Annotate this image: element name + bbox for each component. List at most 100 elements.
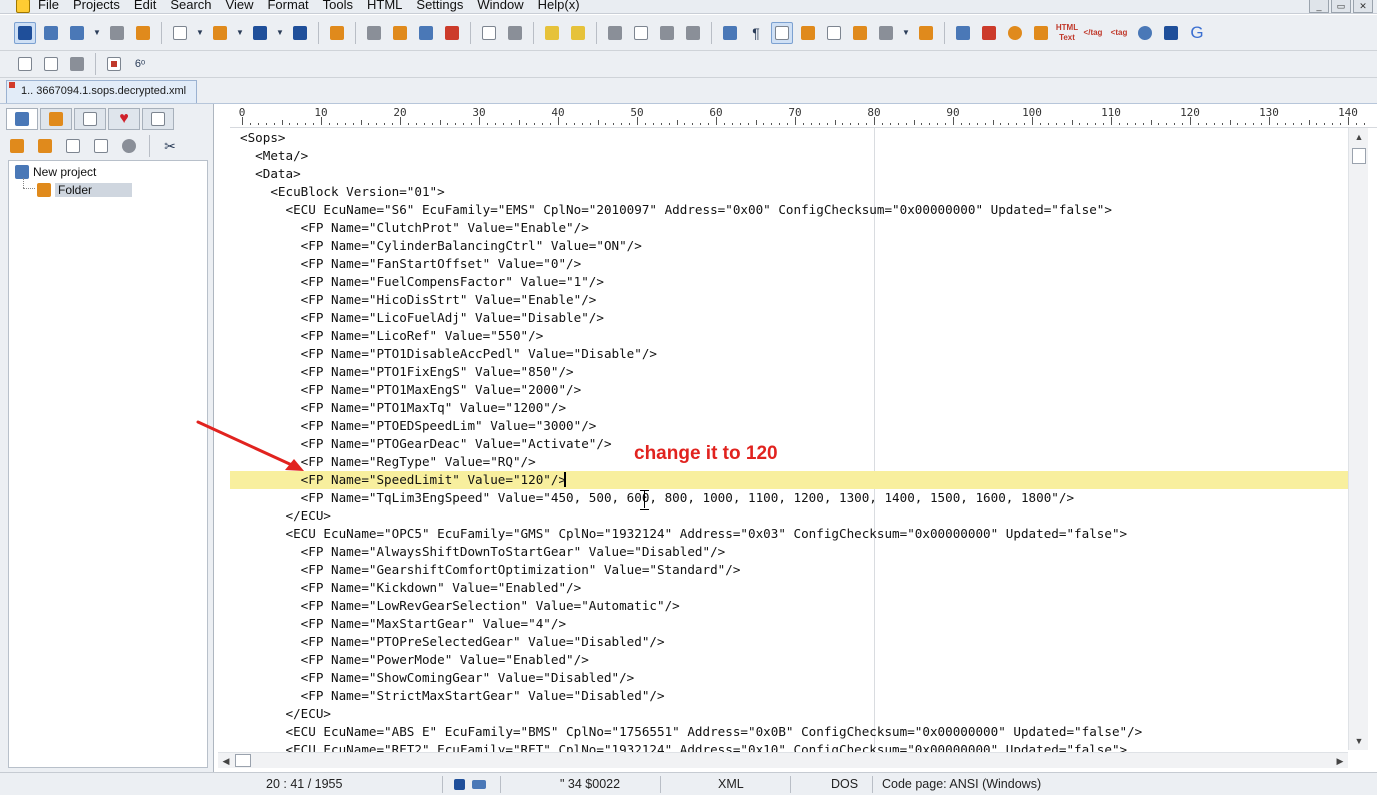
code-line[interactable]: <FP Name="PTO1DisableAccPedl" Value="Dis…: [230, 345, 1350, 363]
new-project-icon[interactable]: [14, 21, 36, 44]
favorites-tab-icon[interactable]: ♥: [108, 108, 140, 130]
code-line[interactable]: <Data>: [230, 165, 1350, 183]
tree-item-project[interactable]: New project: [15, 163, 96, 180]
window-tab-icon[interactable]: [142, 108, 174, 130]
print-preview-icon[interactable]: [478, 22, 500, 44]
bookmark-icon[interactable]: [441, 22, 463, 44]
code-line[interactable]: <FP Name="FuelCompensFactor" Value="1"/>: [230, 273, 1350, 291]
code-line[interactable]: <Meta/>: [230, 147, 1350, 165]
ftp-tab-icon[interactable]: [74, 108, 106, 130]
code-line[interactable]: <Sops>: [230, 129, 1350, 147]
project-save-icon[interactable]: [40, 22, 62, 44]
scroll-right-icon[interactable]: ▶: [1333, 754, 1347, 768]
code-editor[interactable]: 0 10 20 30 40 50 60 70 80 90 100 110 120 130 140 <Sops…: [230, 104, 1377, 772]
project-close-icon[interactable]: [132, 22, 154, 44]
tag-close-icon[interactable]: </tag: [1082, 22, 1104, 44]
scroll-left-icon[interactable]: ◀: [219, 754, 233, 768]
code-line[interactable]: <FP Name="LicoFuelAdj" Value="Disable"/>: [230, 309, 1350, 327]
folder-tab-icon[interactable]: [40, 108, 72, 130]
code-line[interactable]: <FP Name="PowerMode" Value="Enabled"/>: [230, 651, 1350, 669]
word-wrap-icon[interactable]: [719, 22, 741, 44]
code-line[interactable]: <FP Name="FanStartOffset" Value="0"/>: [230, 255, 1350, 273]
html-validate-icon[interactable]: [952, 22, 974, 44]
restore-button[interactable]: ▭: [1331, 0, 1351, 13]
code-line[interactable]: <FP Name="RegType" Value="RQ"/>: [230, 453, 1350, 471]
copy-icon[interactable]: [630, 22, 652, 44]
dropdown-arrow-icon[interactable]: ▼: [92, 22, 102, 44]
menu-window[interactable]: Window: [477, 0, 523, 13]
project-tab-icon[interactable]: [6, 108, 38, 130]
show-special-chars-icon[interactable]: [771, 21, 793, 44]
google-icon[interactable]: G: [1186, 22, 1208, 44]
code-line[interactable]: <EcuBlock Version="01">: [230, 183, 1350, 201]
dropdown-arrow-icon[interactable]: ▼: [901, 22, 911, 44]
run-script-icon[interactable]: [14, 53, 36, 75]
code-line[interactable]: <FP Name="Kickdown" Value="Enabled"/>: [230, 579, 1350, 597]
code-line[interactable]: <FP Name="AlwaysShiftDownToStartGear" Va…: [230, 543, 1350, 561]
remove-file-icon[interactable]: [34, 135, 56, 157]
code-line[interactable]: <FP Name="LowRevGearSelection" Value="Au…: [230, 597, 1350, 615]
html-text-icon[interactable]: HTML Text: [1056, 22, 1078, 44]
menu-view[interactable]: View: [226, 0, 254, 13]
minimize-button[interactable]: _: [1309, 0, 1329, 13]
code-line[interactable]: <ECU EcuName="S6" EcuFamily="EMS" CplNo=…: [230, 201, 1350, 219]
code-line[interactable]: <FP Name="GearshiftComfortOptimization" …: [230, 561, 1350, 579]
code-lines[interactable]: <Sops> <Meta/> <Data> <EcuBlock Version=…: [230, 128, 1350, 754]
replace-icon[interactable]: [389, 22, 411, 44]
code-line[interactable]: <FP Name="PTO1FixEngS" Value="850"/>: [230, 363, 1350, 381]
menu-file[interactable]: File: [38, 0, 59, 13]
save-icon[interactable]: [249, 22, 271, 44]
stop-icon[interactable]: [103, 53, 125, 75]
menu-help-x[interactable]: Help(x): [538, 0, 580, 13]
open-folder-icon[interactable]: [209, 22, 231, 44]
encoding-icon[interactable]: [875, 22, 897, 44]
menu-edit[interactable]: Edit: [134, 0, 156, 13]
code-line[interactable]: <FP Name="PTOPreSelectedGear" Value="Dis…: [230, 633, 1350, 651]
code-line[interactable]: <ECU EcuName="OPC5" EcuFamily="GMS" CplN…: [230, 525, 1350, 543]
spectacles-icon[interactable]: 6ᵒ: [129, 53, 151, 75]
run-icon[interactable]: [326, 22, 348, 44]
find-icon[interactable]: [363, 22, 385, 44]
line-ending[interactable]: DOS: [831, 773, 858, 795]
menu-projects[interactable]: Projects: [73, 0, 120, 13]
code-line[interactable]: <FP Name="TqLim3EngSpeed" Value="450, 50…: [230, 489, 1350, 507]
project-open-icon[interactable]: [66, 22, 88, 44]
html-preview-icon[interactable]: [978, 22, 1000, 44]
add-file-icon[interactable]: [6, 135, 28, 157]
cut-icon[interactable]: [604, 22, 626, 44]
dropdown-arrow-icon[interactable]: ▼: [195, 22, 205, 44]
info-icon[interactable]: [118, 135, 140, 157]
new-file-icon[interactable]: [169, 22, 191, 44]
horizontal-scroll-thumb[interactable]: [235, 754, 251, 767]
vertical-scrollbar[interactable]: ▲ ▼: [1348, 128, 1368, 750]
dropdown-arrow-icon[interactable]: ▼: [235, 22, 245, 44]
vertical-scroll-thumb[interactable]: [1352, 148, 1366, 164]
save-all-icon[interactable]: [289, 22, 311, 44]
code-page[interactable]: Code page: ANSI (Windows): [882, 773, 1041, 795]
scroll-down-icon[interactable]: ▼: [1352, 734, 1366, 748]
paste-icon[interactable]: [656, 22, 678, 44]
menu-settings[interactable]: Settings: [416, 0, 463, 13]
tree-item-folder[interactable]: Folder: [37, 181, 133, 198]
code-line[interactable]: <FP Name="PTO1MaxTq" Value="1200"/>: [230, 399, 1350, 417]
dropdown-arrow-icon[interactable]: ▼: [275, 22, 285, 44]
indent-icon[interactable]: [915, 22, 937, 44]
add-folder-icon[interactable]: [62, 135, 84, 157]
settings-icon[interactable]: ✂: [159, 135, 181, 157]
code-line[interactable]: </ECU>: [230, 507, 1350, 525]
code-line[interactable]: <FP Name="HicoDisStrt" Value="Enable"/>: [230, 291, 1350, 309]
column-mode-icon[interactable]: [823, 22, 845, 44]
scroll-up-icon[interactable]: ▲: [1352, 130, 1366, 144]
menu-search[interactable]: Search: [170, 0, 211, 13]
project-settings-icon[interactable]: [106, 22, 128, 44]
code-line[interactable]: <FP Name="ShowComingGear" Value="Disable…: [230, 669, 1350, 687]
lock-icon[interactable]: [849, 22, 871, 44]
macro-icon[interactable]: [40, 53, 62, 75]
code-line[interactable]: <FP Name="CylinderBalancingCtrl" Value="…: [230, 237, 1350, 255]
delete-icon[interactable]: [682, 22, 704, 44]
horizontal-scrollbar[interactable]: ◀ ▶: [218, 752, 1348, 768]
menu-html[interactable]: HTML: [367, 0, 402, 13]
menu-format[interactable]: Format: [267, 0, 308, 13]
close-window-button[interactable]: ✕: [1353, 0, 1373, 13]
code-line[interactable]: <FP Name="PTOEDSpeedLim" Value="3000"/>: [230, 417, 1350, 435]
